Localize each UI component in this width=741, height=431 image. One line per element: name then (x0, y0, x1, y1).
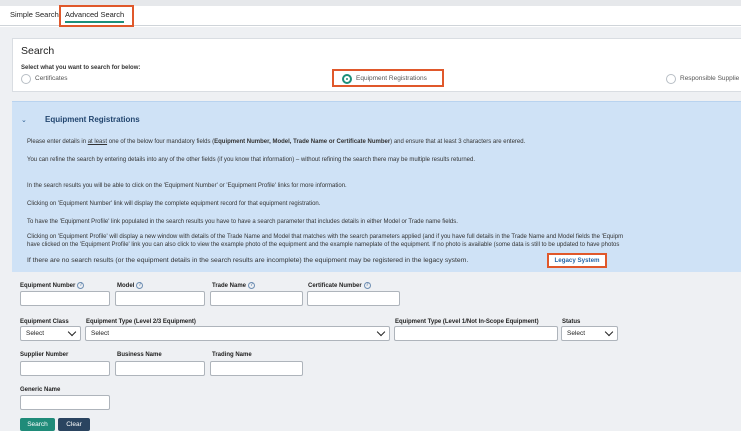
info-panel: ⌄ Equipment Registrations Please enter d… (12, 101, 741, 272)
label-certificate-number: Certificate Number? (308, 282, 371, 290)
info-line-equipment-number: Clicking on 'Equipment Number' link will… (27, 201, 321, 207)
label-trade-name: Trade Name? (212, 282, 256, 290)
label-equipment-class: Equipment Class (20, 319, 69, 325)
search-subtitle: Select what you want to search for below… (21, 65, 141, 71)
info-line-mandatory: Please enter details in at least one of … (27, 139, 526, 145)
certificate-number-input[interactable] (307, 291, 400, 306)
search-button[interactable]: Search (20, 418, 55, 431)
model-input[interactable] (115, 291, 205, 306)
clear-button[interactable]: Clear (58, 418, 90, 431)
help-icon[interactable]: ? (363, 282, 371, 289)
chevron-down-icon (67, 327, 77, 337)
label-equipment-type-level-1: Equipment Type (Level 1/Not In-Scope Equ… (395, 319, 539, 325)
tab-simple-search[interactable]: Simple Search (10, 10, 59, 19)
label-equipment-type-level-2-3: Equipment Type (Level 2/3 Equipment) (86, 319, 196, 325)
search-title: Search (21, 45, 55, 57)
generic-name-input[interactable] (20, 395, 110, 410)
label-status: Status (562, 319, 581, 325)
business-name-input[interactable] (115, 361, 205, 376)
info-line-legacy: If there are no search results (or the e… (27, 257, 469, 264)
legacy-system-button[interactable]: Legacy System (547, 253, 607, 268)
radio-label-certificates[interactable]: Certificates (35, 75, 68, 82)
info-line-results: In the search results you will be able t… (27, 183, 347, 189)
trading-name-input[interactable] (210, 361, 303, 376)
label-business-name: Business Name (117, 352, 162, 358)
label-model: Model? (117, 282, 144, 290)
collapse-chevron-icon[interactable]: ⌄ (21, 116, 27, 124)
equipment-number-input[interactable] (20, 291, 110, 306)
supplier-number-input[interactable] (20, 361, 110, 376)
radio-certificates[interactable] (21, 74, 31, 84)
chevron-down-icon (604, 327, 614, 337)
equipment-type-level-2-3-select[interactable]: Select (85, 326, 390, 341)
help-icon[interactable]: ? (248, 282, 256, 289)
radio-responsible-supplier[interactable] (666, 74, 676, 84)
radio-label-responsible-supplier[interactable]: Responsible Supplie (680, 75, 739, 82)
trade-name-input[interactable] (210, 291, 303, 306)
status-select[interactable]: Select (561, 326, 618, 341)
info-line-photo: have clicked on the 'Equipment Profile' … (27, 242, 620, 248)
equipment-registrations-highlight (332, 69, 444, 87)
help-icon[interactable]: ? (77, 282, 85, 289)
label-equipment-number: Equipment Number? (20, 282, 85, 290)
info-line-profile-link: To have the 'Equipment Profile' link pop… (27, 219, 458, 225)
info-title: Equipment Registrations (45, 115, 140, 124)
chevron-down-icon (376, 327, 386, 337)
info-line-profile-window: Clicking on 'Equipment Profile' will dis… (27, 234, 624, 240)
label-supplier-number: Supplier Number (20, 352, 69, 358)
label-trading-name: Trading Name (212, 352, 252, 358)
equipment-class-select[interactable]: Select (20, 326, 81, 341)
info-line-refine: You can refine the search by entering de… (27, 157, 476, 163)
equipment-type-level-1-input[interactable] (394, 326, 558, 341)
advanced-search-highlight (59, 5, 134, 27)
help-icon[interactable]: ? (136, 282, 144, 289)
label-generic-name: Generic Name (20, 387, 61, 393)
